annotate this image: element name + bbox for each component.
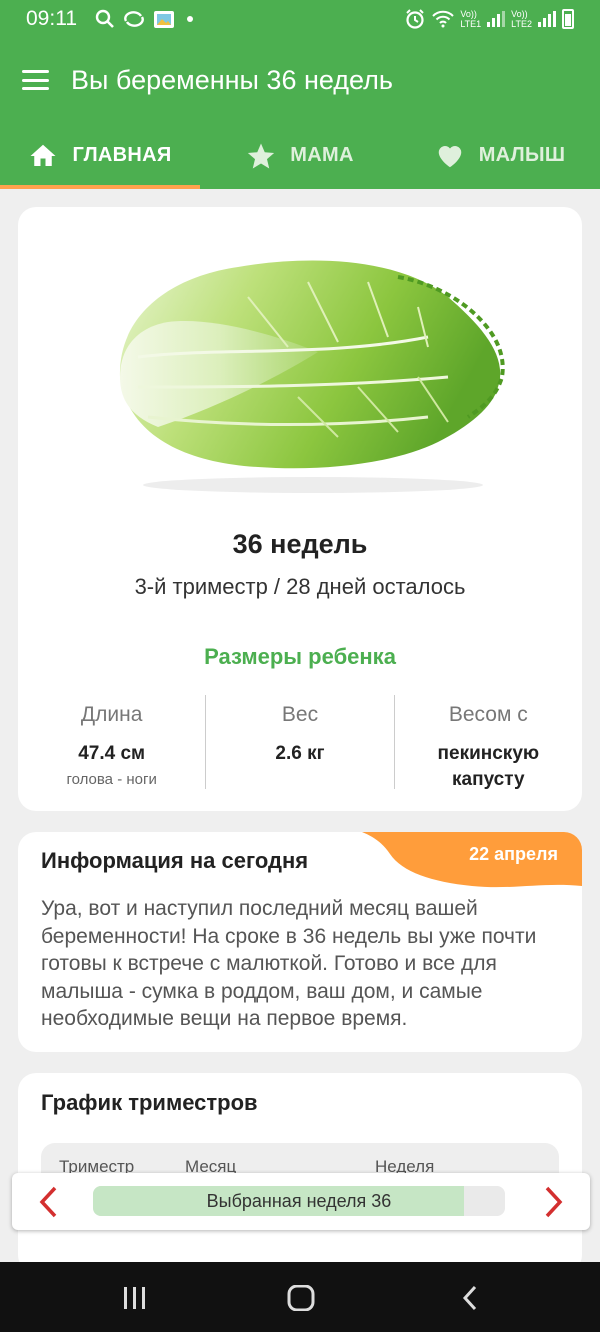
stat-size-comparison: Весом с пекинскую капусту xyxy=(393,695,582,790)
signal2-icon xyxy=(538,11,556,27)
sim2-label: Vo)) LTE2 xyxy=(511,9,532,29)
recent-apps-icon[interactable] xyxy=(120,1285,150,1311)
heart-icon xyxy=(438,145,461,167)
napa-cabbage-image xyxy=(119,260,505,493)
info-body: Ура, вот и наступил последний месяц ваше… xyxy=(41,897,537,1030)
battery-icon xyxy=(562,9,574,29)
back-icon[interactable] xyxy=(456,1285,486,1311)
home-icon xyxy=(30,144,56,166)
app-bar: Вы беременны 36 недель xyxy=(0,38,600,122)
previous-week-chevron-icon[interactable] xyxy=(34,1185,64,1219)
gallery-icon xyxy=(154,11,174,28)
stat-size-comparison-value: пекинскую капусту xyxy=(437,743,540,790)
baby-stats: Длина 47.4 см голова - ноги Вес 2.6 кг В… xyxy=(18,695,582,790)
stat-weight: Вес 2.6 кг xyxy=(205,695,393,789)
tab-baby[interactable]: МАЛЫШ xyxy=(400,122,600,189)
sim1-label: Vo)) LTE1 xyxy=(460,9,482,29)
wifi-icon xyxy=(432,10,455,28)
stat-weight-value: 2.6 кг xyxy=(275,743,325,764)
signal1-icon xyxy=(487,11,506,27)
week-selector: Выбранная неделя 36 xyxy=(12,1173,590,1230)
status-time: 09:11 xyxy=(26,7,77,30)
tab-mom[interactable]: МАМА xyxy=(200,122,400,189)
alarm-icon xyxy=(406,9,425,29)
tab-bar: ГЛАВНАЯ МАМА МАЛЫШ xyxy=(0,122,600,189)
chart-title: График триместров xyxy=(41,1090,258,1115)
today-info-card: 22 апреля Информация на сегодня Ура, вот… xyxy=(18,832,582,1052)
week-title: 36 недель xyxy=(232,529,368,559)
week-progress-bar: Выбранная неделя 36 xyxy=(93,1186,505,1216)
page-title: Вы беременны 36 недель xyxy=(71,64,393,95)
menu-icon[interactable] xyxy=(22,70,49,90)
stat-length-value: 47.4 см xyxy=(78,743,146,764)
star-icon xyxy=(248,143,275,168)
stat-length-label: Длина xyxy=(80,703,143,726)
date-text: 22 апреля xyxy=(469,844,558,864)
date-badge: 22 апреля xyxy=(362,832,582,888)
next-week-chevron-icon[interactable] xyxy=(538,1185,568,1219)
tab-home[interactable]: ГЛАВНАЯ xyxy=(0,122,200,189)
week-card: 36 недель 3-й триместр / 28 дней осталос… xyxy=(18,207,582,811)
trimester-text: 3-й триместр / 28 дней осталось xyxy=(134,574,466,599)
selected-week-label: Выбранная неделя 36 xyxy=(206,1191,392,1211)
system-nav-bar xyxy=(0,1262,600,1332)
home-button-icon[interactable] xyxy=(286,1285,316,1311)
status-bar: 09:11 Vo)) LTE1 Vo)) LTE2 xyxy=(0,0,600,38)
notification-dot-icon xyxy=(187,16,193,22)
info-title: Информация на сегодня xyxy=(41,848,309,873)
stat-length-sub: голова - ноги xyxy=(66,771,157,788)
sync-icon xyxy=(124,11,144,27)
stat-length: Длина 47.4 см голова - ноги xyxy=(18,695,205,789)
stat-weight-label: Вес xyxy=(281,703,319,726)
baby-sizes-title: Размеры ребенка xyxy=(204,644,396,669)
stat-size-comparison-label: Весом с xyxy=(448,703,528,726)
tab-home-label: ГЛАВНАЯ xyxy=(72,144,172,166)
tab-baby-label: МАЛЫШ xyxy=(478,144,566,166)
tab-mom-label: МАМА xyxy=(290,144,354,166)
search-icon xyxy=(95,9,114,28)
